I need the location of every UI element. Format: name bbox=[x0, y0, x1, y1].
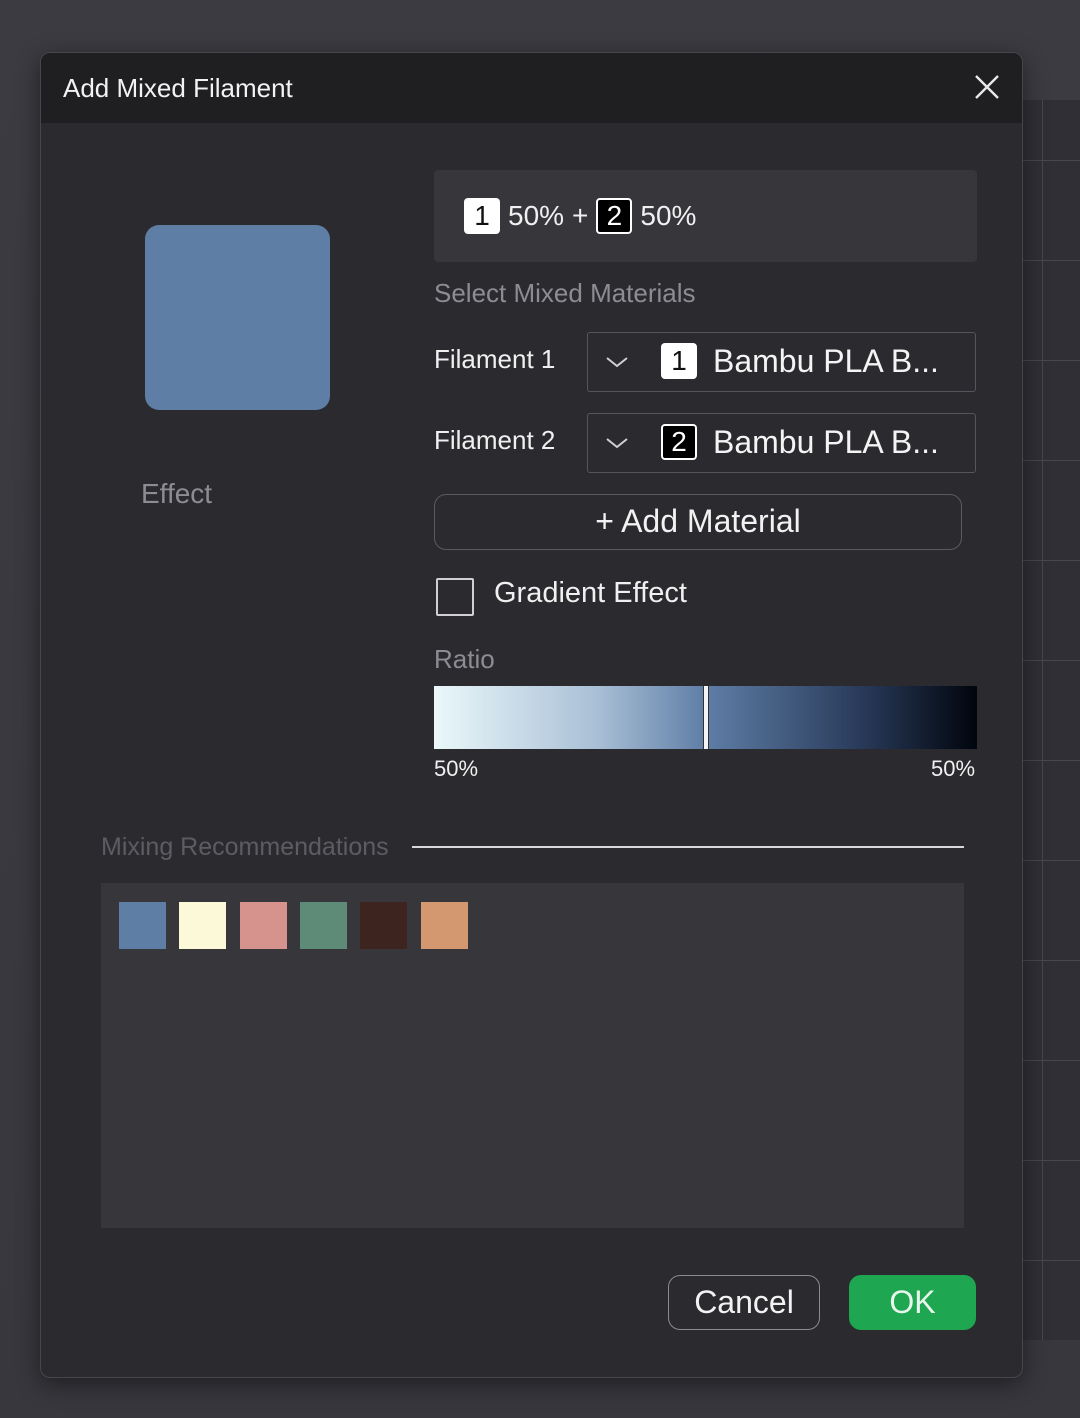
dialog-title: Add Mixed Filament bbox=[63, 73, 293, 103]
gradient-effect-label: Gradient Effect bbox=[494, 577, 687, 609]
filament-1-dropdown-badge: 1 bbox=[661, 343, 697, 379]
filament-1-label: Filament 1 bbox=[434, 344, 556, 374]
filament-1-percent: 50% bbox=[508, 200, 565, 231]
mix-formula: 1 50% + 2 50% bbox=[464, 198, 696, 234]
filament-1-value: Bambu PLA B... bbox=[713, 343, 939, 379]
mix-formula-box: 1 50% + 2 50% bbox=[434, 170, 977, 262]
recommendation-swatch[interactable] bbox=[179, 902, 227, 949]
gradient-effect-checkbox[interactable] bbox=[436, 578, 474, 616]
plus-sign: + bbox=[572, 200, 589, 231]
select-materials-label: Select Mixed Materials bbox=[434, 278, 696, 308]
filament-1-badge: 1 bbox=[464, 198, 500, 234]
mix-preview-swatch bbox=[145, 225, 330, 410]
close-button[interactable] bbox=[969, 69, 1005, 105]
filament-2-dropdown-badge: 2 bbox=[661, 424, 697, 460]
chevron-down-icon bbox=[606, 357, 628, 368]
recommendation-swatch[interactable] bbox=[299, 902, 347, 949]
close-icon bbox=[975, 75, 999, 99]
dialog-titlebar: Add Mixed Filament bbox=[41, 53, 1022, 123]
chevron-down-icon bbox=[606, 438, 628, 449]
recommendation-swatch[interactable] bbox=[360, 902, 408, 949]
ratio-right-value: 50% bbox=[931, 756, 976, 781]
ratio-slider-handle[interactable] bbox=[702, 686, 709, 749]
recommendations-panel bbox=[101, 883, 964, 1228]
filament-1-dropdown[interactable]: 1 Bambu PLA B... bbox=[587, 332, 976, 392]
filament-2-badge: 2 bbox=[596, 198, 633, 234]
filament-2-dropdown[interactable]: 2 Bambu PLA B... bbox=[587, 413, 976, 473]
ratio-slider[interactable] bbox=[434, 686, 977, 749]
add-material-button[interactable]: + Add Material bbox=[434, 494, 962, 550]
ratio-label: Ratio bbox=[434, 644, 495, 674]
mixing-recommendations-label: Mixing Recommendations bbox=[101, 833, 389, 861]
ok-button[interactable]: OK bbox=[849, 1275, 976, 1330]
build-plate bbox=[1020, 100, 1080, 1340]
recommendation-swatch[interactable] bbox=[119, 902, 166, 949]
ratio-left-value: 50% bbox=[434, 756, 479, 781]
filament-2-percent: 50% bbox=[640, 200, 697, 231]
cancel-button[interactable]: Cancel bbox=[668, 1275, 820, 1330]
filament-2-label: Filament 2 bbox=[434, 425, 556, 455]
section-divider bbox=[412, 846, 964, 848]
effect-label: Effect bbox=[141, 478, 213, 509]
add-mixed-filament-dialog: Add Mixed Filament Effect 1 50% + 2 50% … bbox=[40, 52, 1023, 1378]
filament-2-value: Bambu PLA B... bbox=[713, 424, 939, 460]
recommendation-swatch[interactable] bbox=[239, 902, 287, 949]
recommendation-swatch[interactable] bbox=[420, 902, 468, 949]
